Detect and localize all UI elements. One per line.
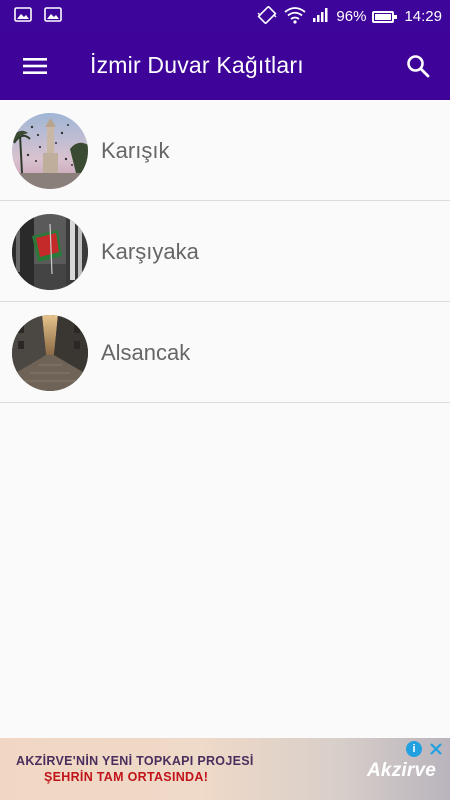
signal-icon [312,7,330,27]
vibrate-icon [256,5,278,29]
ad-banner[interactable]: AKZİRVE'NİN YENİ TOPKAPI PROJESİ ŞEHRİN … [0,738,450,800]
wifi-icon [284,6,306,28]
ad-subheadline: ŞEHRİN TAM ORTASINDA! [44,770,209,784]
battery-icon [372,11,398,23]
list-item-label: Karşıyaka [101,239,199,264]
list-item-alsancak[interactable]: Alsancak [0,302,450,403]
notification-icons [14,7,62,28]
app-bar: İzmir Duvar Kağıtları [0,32,450,100]
battery-percent: 96% [336,8,367,25]
status-bar: 96% 14:29 [0,0,450,32]
search-button[interactable] [398,46,438,86]
image-notification-icon [14,7,32,28]
search-icon [407,55,430,78]
category-list: Karışık Karşıyaka Alsancak [0,100,450,403]
menu-icon [23,58,47,74]
alsancak-street-thumbnail [12,315,88,391]
list-item-label: Alsancak [101,340,191,365]
list-item-karsiyaka[interactable]: Karşıyaka [0,201,450,302]
image-notification-icon [44,7,62,28]
ad-headline: AKZİRVE'NİN YENİ TOPKAPI PROJESİ [16,754,254,768]
clock-tower-thumbnail [12,113,88,189]
ad-brand-logo: Akzirve [367,760,436,781]
system-status: 96% 14:29 [256,5,442,29]
clock: 14:29 [404,8,442,25]
list-item-label: Karışık [101,138,170,163]
menu-button[interactable] [14,46,56,86]
info-icon[interactable]: i [406,741,422,757]
karsiyaka-flag-thumbnail [12,214,88,290]
list-item-karisik[interactable]: Karışık [0,100,450,201]
page-title: İzmir Duvar Kağıtları [90,52,304,78]
close-icon[interactable] [426,739,446,759]
